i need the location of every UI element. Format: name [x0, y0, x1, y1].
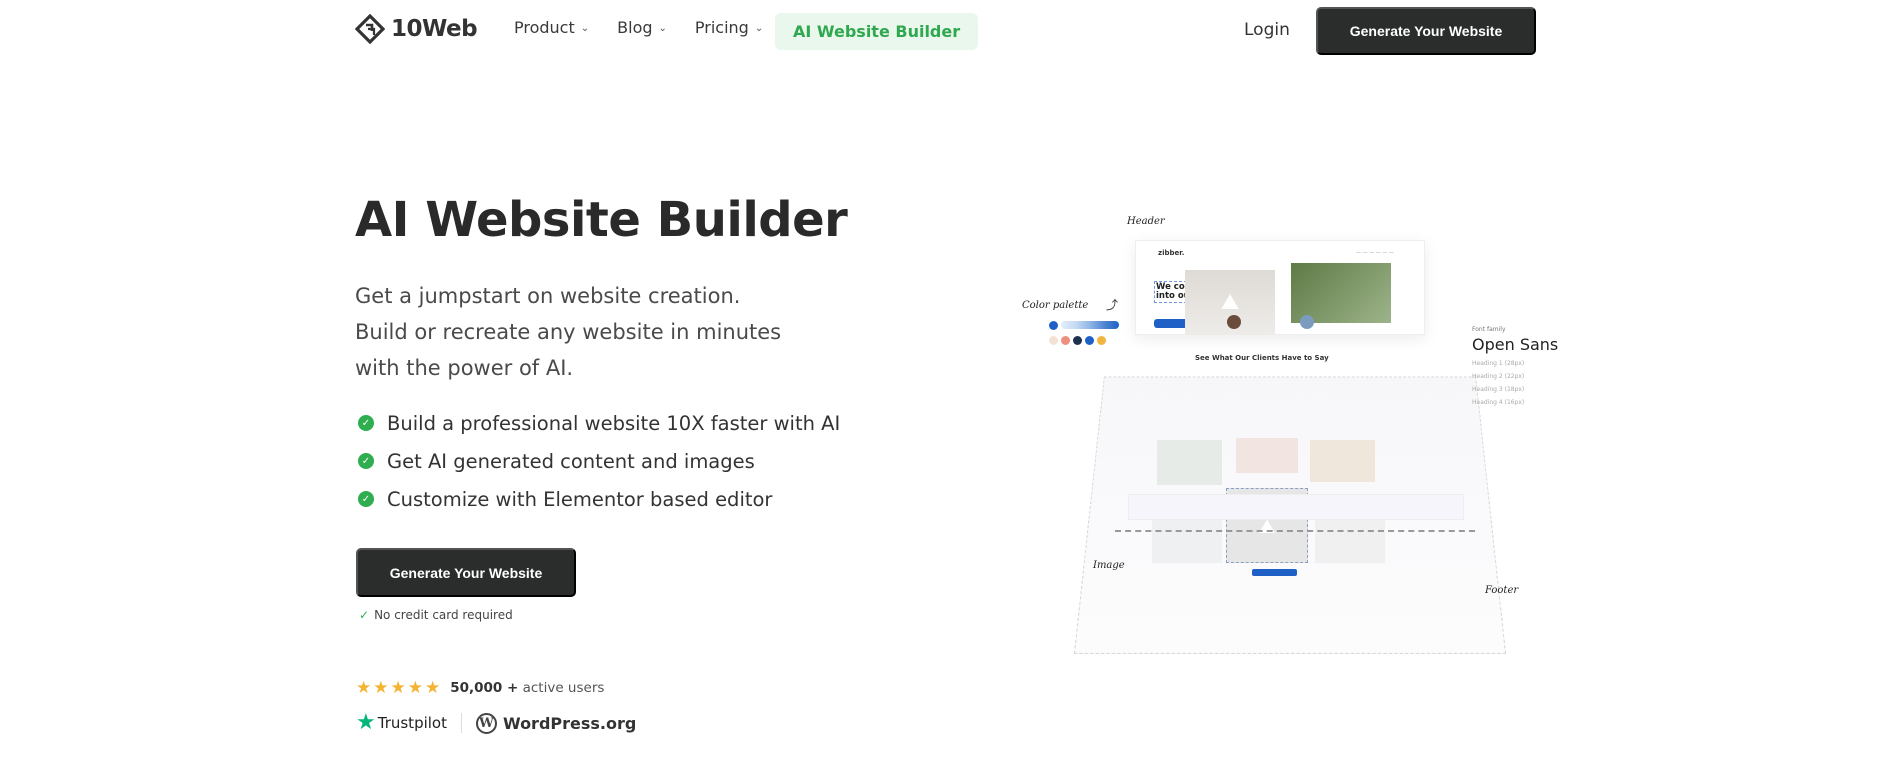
check-circle-icon: ✓	[358, 491, 374, 507]
selected-swatch	[1049, 321, 1058, 330]
users-count-text: 50,000 + active users	[450, 680, 604, 696]
chevron-down-icon: ⌄	[580, 23, 590, 34]
gradient-swatches	[1049, 321, 1119, 330]
header-label: Header	[1127, 216, 1165, 227]
heading-sample: Heading 2 (22px)	[1472, 373, 1525, 380]
mock-avatar	[1227, 315, 1241, 329]
color-swatch	[1061, 336, 1070, 345]
feature-text: Customize with Elementor based editor	[387, 487, 773, 511]
feature-item: ✓ Get AI generated content and images	[358, 442, 840, 480]
page-title: AI Website Builder	[355, 192, 848, 248]
color-swatch	[1073, 336, 1082, 345]
color-swatch	[1097, 336, 1106, 345]
wordpress-label: WordPress.org	[502, 713, 637, 733]
color-swatch	[1049, 336, 1058, 345]
note-text: No credit card required	[374, 608, 513, 622]
no-credit-card-note: ✓ No credit card required	[359, 608, 513, 622]
hero-generate-website-button[interactable]: Generate Your Website	[356, 548, 576, 597]
mock-clients-title: See What Our Clients Have to Say	[1195, 354, 1329, 362]
wordpress-badge[interactable]: W WordPress.org	[475, 712, 637, 734]
subtitle-line: with the power of AI.	[355, 356, 574, 380]
star-rating-icon: ★★★★★	[356, 678, 443, 698]
color-palette-label: Color palette	[1022, 300, 1089, 311]
font-family-caption: Font family	[1472, 326, 1506, 333]
badge-divider	[460, 713, 462, 733]
mock-brand: zibber.	[1158, 249, 1185, 257]
mock-image-tile	[1310, 440, 1375, 482]
image-label: Image	[1093, 560, 1125, 571]
font-family-value: Open Sans	[1472, 335, 1559, 354]
hero-subtitle: Get a jumpstart on website creation. Bui…	[355, 278, 781, 386]
checkmark-icon: ✓	[359, 608, 370, 622]
mock-image-tile	[1157, 440, 1222, 485]
feature-text: Build a professional website 10X faster …	[387, 411, 841, 435]
top-navigation: 10Web Product ⌄ Blog ⌄ Pricing ⌄ AI Webs…	[0, 0, 1893, 62]
heading-sample: Heading 4 (16px)	[1472, 399, 1525, 406]
mock-site-header: zibber. — — — — — — We convert potential…	[1135, 240, 1425, 335]
brand-name: 10Web	[391, 16, 478, 42]
color-swatch	[1085, 336, 1094, 345]
chevron-down-icon: ⌄	[658, 23, 667, 34]
mock-avatar	[1300, 315, 1314, 329]
check-circle-icon: ✓	[358, 453, 374, 469]
mock-image-tile	[1236, 438, 1298, 473]
header-generate-website-button[interactable]: Generate Your Website	[1316, 7, 1536, 55]
font-family-info: Font family Open Sans Heading 1 (28px) H…	[1472, 326, 1558, 406]
subtitle-line: Build or recreate any website in minutes	[355, 320, 782, 344]
feature-item: ✓ Customize with Elementor based editor	[358, 480, 840, 518]
10web-logo-icon	[355, 14, 385, 44]
website-builder-illustration: zibber. — — — — — — We convert potential…	[1000, 216, 1580, 655]
subtitle-line: Get a jumpstart on website creation.	[355, 284, 741, 308]
trustpilot-badge[interactable]: ★ Trustpilot	[356, 712, 447, 734]
mock-site-footer	[1128, 494, 1464, 520]
wordpress-logo-icon: W	[475, 712, 497, 734]
check-circle-icon: ✓	[358, 415, 374, 431]
brand-logo[interactable]: 10Web	[355, 14, 478, 44]
arrow-icon: ⤴	[1106, 298, 1119, 312]
feature-text: Get AI generated content and images	[387, 449, 755, 473]
nav-item-ai-website-builder[interactable]: AI Website Builder	[775, 13, 979, 50]
nav-item-label: Blog	[617, 18, 653, 37]
footer-label: Footer	[1485, 585, 1519, 596]
mock-cta-button	[1252, 569, 1297, 576]
nav-item-label: Product	[514, 18, 575, 37]
feature-list: ✓ Build a professional website 10X faste…	[358, 404, 840, 518]
user-rating: ★★★★★ 50,000 + active users	[356, 678, 604, 698]
nav-item-label: Pricing	[694, 18, 749, 37]
mock-hero-photo	[1291, 263, 1391, 323]
footer-boundary	[1115, 530, 1475, 532]
login-link[interactable]: Login	[1244, 20, 1290, 40]
main-menu: Product ⌄ Blog ⌄ Pricing ⌄	[514, 18, 791, 37]
trustpilot-label: Trustpilot	[377, 714, 447, 732]
trust-badges: ★ Trustpilot W WordPress.org	[356, 712, 636, 734]
nav-item-product[interactable]: Product ⌄	[514, 18, 589, 37]
gradient-bar	[1061, 321, 1119, 329]
palette-swatches	[1049, 336, 1106, 345]
chevron-down-icon: ⌄	[754, 23, 764, 34]
mock-nav-links: — — — — — —	[1356, 250, 1394, 256]
users-count: 50,000 +	[450, 680, 519, 696]
heading-sample: Heading 3 (18px)	[1472, 386, 1525, 393]
feature-item: ✓ Build a professional website 10X faste…	[358, 404, 840, 442]
nav-item-pricing[interactable]: Pricing ⌄	[695, 18, 763, 37]
heading-sample: Heading 1 (28px)	[1472, 360, 1525, 367]
nav-item-blog[interactable]: Blog ⌄	[617, 18, 667, 37]
trustpilot-star-icon: ★	[356, 710, 376, 735]
users-label: active users	[522, 680, 605, 696]
